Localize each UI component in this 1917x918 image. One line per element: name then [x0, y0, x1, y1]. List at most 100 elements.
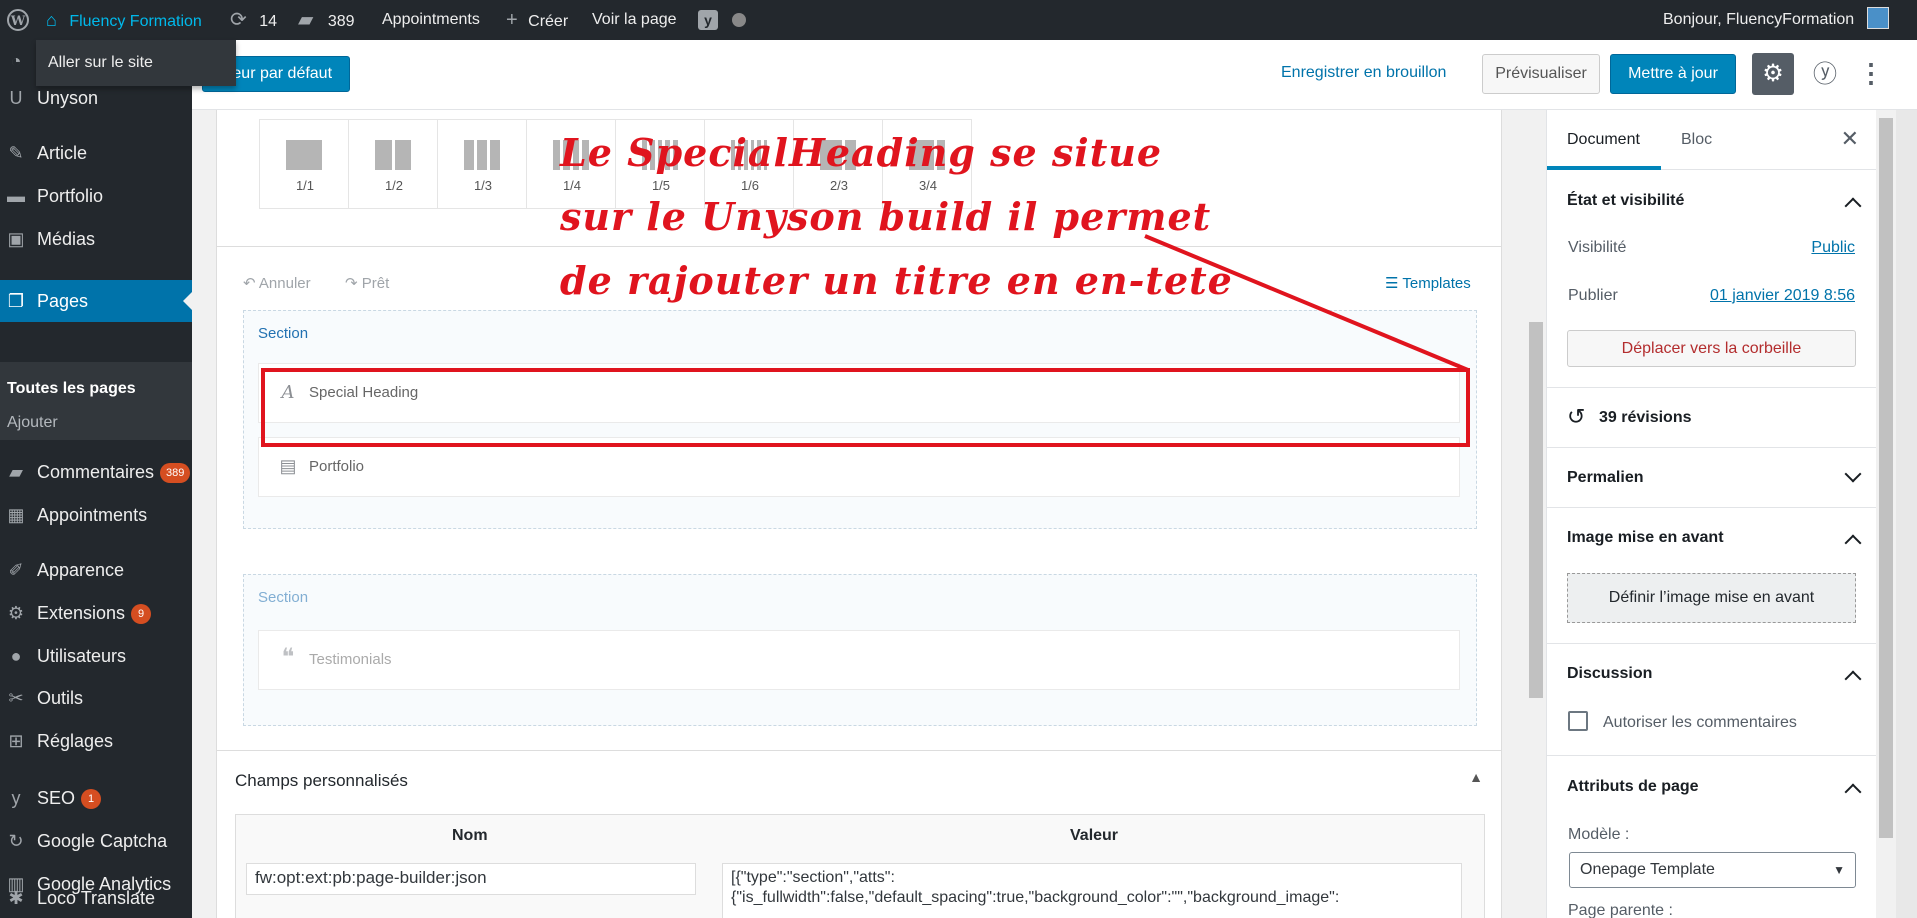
collapse-arrow-icon[interactable]: ▲: [1469, 769, 1483, 785]
sidebar-item-google-captcha[interactable]: ↻ Google Captcha: [0, 820, 192, 862]
scrollbar-thumb[interactable]: [1879, 118, 1893, 838]
templates-label: Templates: [1402, 275, 1471, 292]
chevron-up-icon[interactable]: [1844, 783, 1862, 801]
extensions-label: Extensions: [37, 603, 126, 623]
sidebar-item-label: Outils: [37, 688, 84, 708]
panel-title[interactable]: Permalien: [1567, 469, 1643, 487]
refresh-icon: ⟳: [230, 9, 247, 31]
templates-button[interactable]: ☰ Templates: [1385, 274, 1471, 292]
undo-label: Annuler: [258, 275, 311, 292]
brush-icon: ✐: [8, 560, 24, 580]
custom-fields-title: Champs personnalisés: [235, 771, 408, 790]
sidebar-item-label: Réglages: [37, 731, 114, 751]
save-draft-link[interactable]: Enregistrer en brouillon: [1281, 64, 1446, 82]
update-button[interactable]: Mettre à jour: [1610, 54, 1736, 94]
builder-section[interactable]: Section ❝ Testimonials: [243, 574, 1477, 726]
tab-document[interactable]: Document: [1567, 131, 1640, 149]
close-icon[interactable]: ✕: [1841, 126, 1859, 152]
settings-scrollbar[interactable]: [1876, 110, 1896, 918]
featured-image-panel: Image mise en avant Définir l’image mise…: [1547, 508, 1876, 644]
sidebar-item-media[interactable]: ▣ Médias: [0, 218, 192, 260]
set-featured-image-button[interactable]: Définir l’image mise en avant: [1567, 573, 1856, 623]
chevron-up-icon[interactable]: [1844, 197, 1862, 215]
sidebar-item-comments[interactable]: ▰ Commentaires 389: [0, 451, 192, 493]
updates-link[interactable]: ⟳ 14: [230, 0, 277, 40]
extensions-badge: 9: [131, 604, 152, 625]
visit-site-link[interactable]: Aller sur le site: [36, 40, 236, 86]
sidebar-item-users[interactable]: ● Utilisateurs: [0, 635, 192, 677]
more-options-icon[interactable]: ⋮: [1858, 54, 1884, 94]
settings-gear-icon[interactable]: ⚙: [1752, 53, 1794, 95]
appointments-link[interactable]: Appointments: [382, 0, 480, 40]
sidebar-item-tools[interactable]: ✂ Outils: [0, 677, 192, 719]
publish-label: Publier: [1568, 287, 1618, 304]
yoast-editor-icon[interactable]: ⓨ: [1810, 54, 1840, 94]
sidebar-item-appointments[interactable]: ▦ Appointments: [0, 494, 192, 536]
sidebar-item-settings[interactable]: ⊞ Réglages: [0, 720, 192, 762]
tab-block[interactable]: Bloc: [1681, 131, 1712, 149]
wordpress-logo-icon[interactable]: W: [6, 0, 30, 40]
seo-badge: 1: [81, 789, 102, 810]
submenu-all-pages[interactable]: Toutes les pages: [7, 380, 136, 398]
sidebar-item-portfolio[interactable]: ▬ Portfolio: [0, 175, 192, 217]
layout-1-2[interactable]: 1/2: [348, 119, 438, 209]
sidebar-item-extensions[interactable]: ⚙ Extensions 9: [0, 592, 192, 634]
move-to-trash-button[interactable]: Déplacer vers la corbeille: [1567, 330, 1856, 367]
preview-button[interactable]: Prévisualiser: [1482, 54, 1600, 94]
settings-icon: ⊞: [8, 731, 24, 751]
plugin-icon: ⚙: [7, 603, 25, 623]
sidebar-item-label: Article: [37, 143, 88, 163]
visibility-link[interactable]: Public: [1811, 239, 1855, 257]
custom-fields-table: Nom Valeur fw:opt:ext:pb:page-builder:js…: [235, 814, 1485, 918]
site-name-link[interactable]: ⌂ Fluency Formation: [46, 0, 202, 40]
layout-1-1[interactable]: 1/1: [259, 119, 349, 209]
revisions-panel[interactable]: ↺ 39 révisions: [1547, 388, 1876, 448]
sidebar-item-article[interactable]: ✎ Article: [0, 132, 192, 174]
special-heading-item[interactable]: A Special Heading: [258, 363, 1460, 423]
new-content-link[interactable]: + Créer: [506, 0, 568, 40]
comments-link[interactable]: ▰ 389: [298, 0, 355, 40]
testimonials-item[interactable]: ❝ Testimonials: [258, 630, 1460, 690]
panel-title[interactable]: État et visibilité: [1567, 192, 1684, 210]
redo-button[interactable]: ↷ Prêt: [345, 274, 389, 292]
panel-title[interactable]: Attributs de page: [1567, 778, 1699, 796]
sidebar-item-pages[interactable]: ❐ Pages: [0, 280, 192, 322]
briefcase-icon: ▤: [279, 456, 297, 476]
section-title: Section: [258, 325, 309, 342]
builder-section[interactable]: Section A Special Heading ▤ Portfolio: [243, 310, 1477, 529]
chevron-up-icon[interactable]: [1844, 670, 1862, 688]
chevron-up-icon[interactable]: [1844, 534, 1862, 552]
template-select[interactable]: Onepage Template ▼: [1569, 852, 1856, 888]
panel-title[interactable]: Discussion: [1567, 665, 1652, 683]
updates-count: 14: [259, 13, 278, 30]
folder-icon: ▬: [7, 186, 25, 206]
sidebar-item-appearance[interactable]: ✐ Apparence: [0, 549, 192, 591]
sidebar-item-label: Utilisateurs: [37, 646, 127, 666]
custom-field-name-input[interactable]: fw:opt:ext:pb:page-builder:json: [246, 863, 696, 895]
heading-script-icon: A: [281, 382, 295, 403]
sidebar-item-loco-translate[interactable]: ✱ Loco Translate: [0, 885, 192, 918]
yoast-icon[interactable]: y: [698, 0, 718, 40]
undo-button[interactable]: ↶ Annuler: [243, 274, 311, 292]
dropdown-arrow-icon: ▼: [1833, 863, 1845, 877]
custom-field-value-textarea[interactable]: [{"type":"section","atts": {"is_fullwidt…: [722, 863, 1462, 918]
content-scrollbar[interactable]: [1526, 110, 1546, 918]
publish-date-link[interactable]: 01 janvier 2019 8:56: [1710, 287, 1855, 305]
submenu-add-page[interactable]: Ajouter: [7, 414, 58, 432]
unyson-icon: U: [9, 88, 23, 108]
sidebar-item-label: Apparence: [37, 560, 125, 580]
sidebar-item-seo[interactable]: y SEO 1: [0, 777, 192, 819]
view-page-link[interactable]: Voir la page: [592, 0, 677, 40]
site-name: Fluency Formation: [69, 13, 202, 30]
account-greeting[interactable]: Bonjour, FluencyFormation: [1663, 0, 1889, 40]
scrollbar-thumb[interactable]: [1529, 322, 1543, 698]
panel-title[interactable]: Image mise en avant: [1567, 529, 1724, 547]
column-header-value: Valeur: [1070, 827, 1119, 844]
layout-label: 1/1: [295, 178, 315, 193]
portfolio-item[interactable]: ▤ Portfolio: [258, 437, 1460, 497]
greeting-text: Bonjour, FluencyFormation: [1663, 11, 1855, 28]
chevron-down-icon[interactable]: [1844, 465, 1862, 483]
allow-comments-checkbox[interactable]: [1568, 711, 1588, 731]
layout-1-3[interactable]: 1/3: [437, 119, 527, 209]
new-label: Créer: [528, 13, 569, 30]
